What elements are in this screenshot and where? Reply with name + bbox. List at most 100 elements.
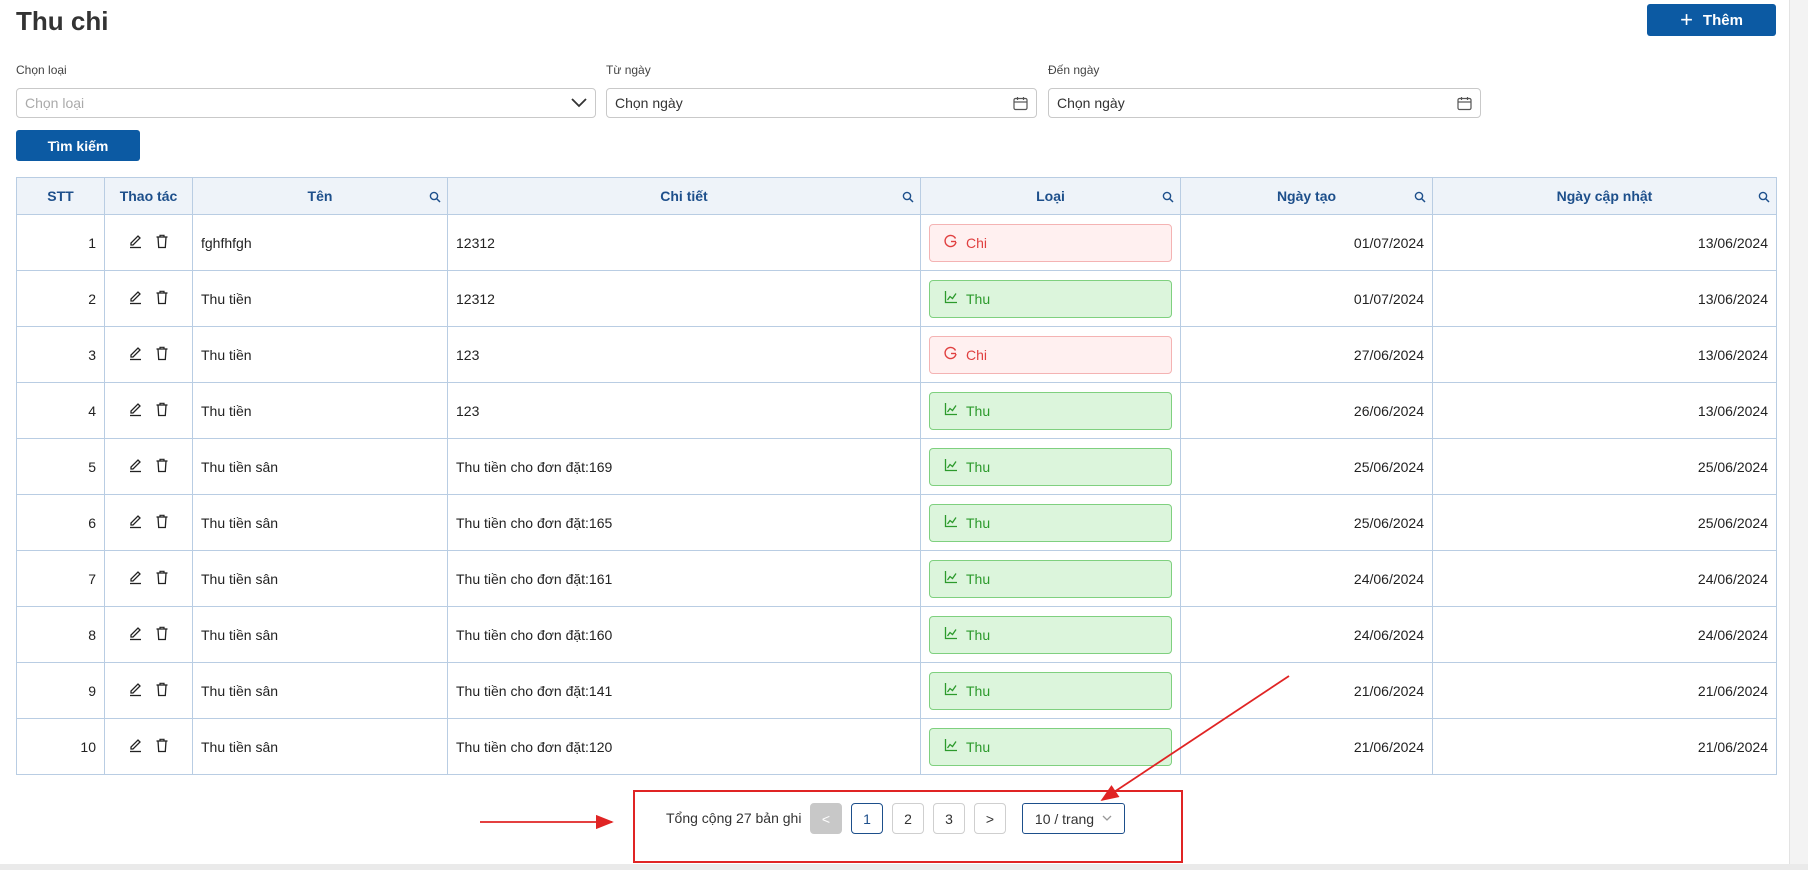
cell-type: Thu — [920, 438, 1181, 495]
column-header-type[interactable]: Loại — [920, 177, 1181, 215]
pagination-next-button[interactable]: > — [974, 803, 1006, 834]
column-header-label: Thao tác — [119, 188, 178, 204]
trash-icon[interactable] — [155, 570, 169, 588]
cell-updated-date: 21/06/2024 — [1432, 662, 1777, 719]
chart-line-icon — [944, 738, 958, 755]
cell-stt: 1 — [16, 214, 105, 271]
cell-type: Chi — [920, 326, 1181, 383]
type-tag: Chi — [929, 223, 1172, 262]
table-row: 1 fghfhfgh 12312 Chi 01/07/2024 13/06/2024 — [16, 214, 1777, 271]
chart-line-icon — [944, 626, 958, 643]
column-header-updated[interactable]: Ngày cập nhật — [1432, 177, 1777, 215]
add-button-label: Thêm — [1702, 11, 1743, 29]
from-date-value: Chọn ngày — [615, 95, 683, 111]
search-icon[interactable] — [429, 190, 441, 206]
cell-stt: 7 — [16, 550, 105, 607]
cell-type: Thu — [920, 718, 1181, 775]
type-tag: Chi — [929, 335, 1172, 374]
cell-type: Thu — [920, 662, 1181, 719]
chart-line-icon — [944, 570, 958, 587]
cell-actions — [104, 326, 193, 383]
from-date-label: Từ ngày — [606, 63, 651, 77]
add-button[interactable]: + Thêm — [1647, 4, 1776, 36]
edit-icon[interactable] — [128, 402, 143, 420]
column-header-actions[interactable]: Thao tác — [104, 177, 193, 215]
cell-created-date: 25/06/2024 — [1180, 438, 1433, 495]
search-icon[interactable] — [1414, 190, 1426, 206]
table-header-row: STT Thao tác Tên Chi tiết Loại Ngày tạo Ngày c… — [16, 177, 1777, 215]
column-header-created[interactable]: Ngày tạo — [1180, 177, 1433, 215]
cell-actions — [104, 718, 193, 775]
table-row: 2 Thu tiền 12312 Thu 01/07/2024 13/06/2024 — [16, 270, 1777, 327]
cell-actions — [104, 438, 193, 495]
pagination-page-3[interactable]: 3 — [933, 803, 965, 834]
cell-type: Thu — [920, 270, 1181, 327]
cell-stt: 8 — [16, 606, 105, 663]
pagination-page-2[interactable]: 2 — [892, 803, 924, 834]
edit-icon[interactable] — [128, 570, 143, 588]
search-icon[interactable] — [1162, 190, 1174, 206]
cell-updated-date: 24/06/2024 — [1432, 550, 1777, 607]
edit-icon[interactable] — [128, 738, 143, 756]
search-icon[interactable] — [902, 190, 914, 206]
trash-icon[interactable] — [155, 738, 169, 756]
cell-stt: 5 — [16, 438, 105, 495]
cell-detail: Thu tiền cho đơn đặt:160 — [447, 606, 921, 663]
chart-line-icon — [944, 682, 958, 699]
scrollbar[interactable] — [1789, 0, 1808, 870]
edit-icon[interactable] — [128, 626, 143, 644]
type-tag: Thu — [929, 391, 1172, 430]
column-header-label: Ngày cập nhật — [1556, 188, 1653, 204]
trash-icon[interactable] — [155, 346, 169, 364]
type-tag: Thu — [929, 559, 1172, 598]
trash-icon[interactable] — [155, 626, 169, 644]
power-icon — [944, 234, 958, 251]
from-date-picker[interactable]: Chọn ngày — [606, 88, 1037, 118]
type-select[interactable]: Chọn loại — [16, 88, 596, 118]
column-header-detail[interactable]: Chi tiết — [447, 177, 921, 215]
cell-created-date: 21/06/2024 — [1180, 718, 1433, 775]
edit-icon[interactable] — [128, 290, 143, 308]
type-tag-label: Thu — [966, 402, 991, 419]
chevron-down-icon — [571, 98, 587, 108]
edit-icon[interactable] — [128, 346, 143, 364]
cell-detail: Thu tiền cho đơn đặt:169 — [447, 438, 921, 495]
type-tag: Thu — [929, 447, 1172, 486]
trash-icon[interactable] — [155, 234, 169, 252]
cell-detail: 12312 — [447, 270, 921, 327]
cell-updated-date: 21/06/2024 — [1432, 718, 1777, 775]
type-tag-label: Thu — [966, 458, 991, 475]
to-date-picker[interactable]: Chọn ngày — [1048, 88, 1481, 118]
cell-created-date: 01/07/2024 — [1180, 270, 1433, 327]
trash-icon[interactable] — [155, 402, 169, 420]
edit-icon[interactable] — [128, 514, 143, 532]
pagination-prev-button[interactable]: < — [810, 803, 842, 834]
cell-stt: 9 — [16, 662, 105, 719]
edit-icon[interactable] — [128, 458, 143, 476]
cell-type: Thu — [920, 494, 1181, 551]
trash-icon[interactable] — [155, 458, 169, 476]
type-tag-label: Thu — [966, 626, 991, 643]
trash-icon[interactable] — [155, 514, 169, 532]
cell-actions — [104, 494, 193, 551]
edit-icon[interactable] — [128, 682, 143, 700]
type-tag: Thu — [929, 503, 1172, 542]
cell-detail: 123 — [447, 326, 921, 383]
edit-icon[interactable] — [128, 234, 143, 252]
trash-icon[interactable] — [155, 682, 169, 700]
search-button[interactable]: Tìm kiếm — [16, 130, 140, 161]
cell-created-date: 24/06/2024 — [1180, 606, 1433, 663]
column-header-name[interactable]: Tên — [192, 177, 448, 215]
table-row: 5 Thu tiền sân Thu tiền cho đơn đặt:169 Thu… — [16, 438, 1777, 495]
pagination-page-1[interactable]: 1 — [851, 803, 883, 834]
trash-icon[interactable] — [155, 290, 169, 308]
column-header-stt[interactable]: STT — [16, 177, 105, 215]
page-size-select[interactable]: 10 / trang — [1022, 803, 1125, 834]
search-icon[interactable] — [1758, 190, 1770, 206]
horizontal-scrollbar — [0, 864, 1808, 870]
table-row: 6 Thu tiền sân Thu tiền cho đơn đặt:165 Thu… — [16, 494, 1777, 551]
type-tag-label: Chi — [966, 346, 988, 363]
type-tag-label: Chi — [966, 234, 988, 251]
type-tag-label: Thu — [966, 738, 991, 755]
cell-name: Thu tiền — [192, 382, 448, 439]
